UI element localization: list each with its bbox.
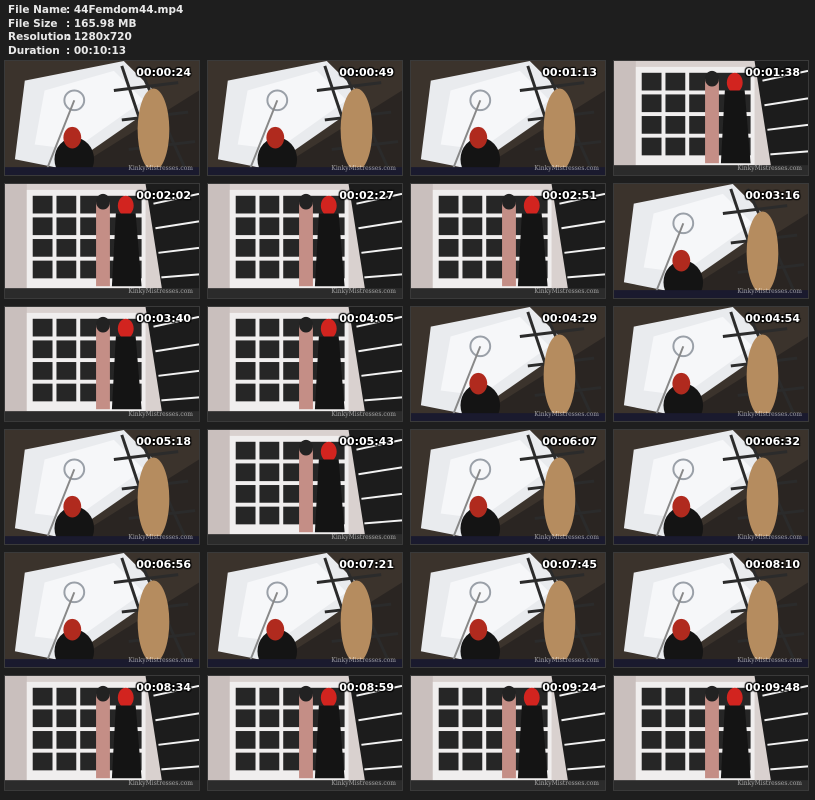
thumbnail-timestamp: 00:09:48 (745, 681, 800, 694)
thumbnail-watermark: KinkyMistresses.com (331, 534, 396, 541)
resolution-label: Resolution (8, 31, 72, 43)
thumbnail-timestamp: 00:08:59 (339, 681, 394, 694)
thumbnail-timestamp: 00:06:32 (745, 435, 800, 448)
thumbnail-timestamp: 00:05:18 (136, 435, 191, 448)
thumbnail-timestamp: 00:05:43 (339, 435, 394, 448)
thumbnail-watermark: KinkyMistresses.com (534, 780, 599, 787)
duration-label: Duration (8, 44, 60, 57)
file-name-label: File Name (8, 4, 68, 16)
thumbnail-timestamp: 00:02:51 (542, 189, 597, 202)
thumbnail-timestamp: 00:01:13 (542, 66, 597, 79)
thumbnail-watermark: KinkyMistresses.com (737, 534, 802, 541)
thumbnail-watermark: KinkyMistresses.com (128, 780, 193, 787)
resolution-value: : 1280x720 (66, 31, 132, 43)
thumbnail-watermark: KinkyMistresses.com (534, 657, 599, 664)
video-thumbnail: 00:01:38 KinkyMistresses.com (613, 60, 809, 176)
video-thumbnail: 00:01:13 KinkyMistresses.com (410, 60, 606, 176)
thumbnail-watermark: KinkyMistresses.com (331, 165, 396, 172)
thumbnail-watermark: KinkyMistresses.com (128, 165, 193, 172)
thumbnail-watermark: KinkyMistresses.com (737, 657, 802, 664)
thumbnail-watermark: KinkyMistresses.com (534, 411, 599, 418)
video-thumbnail: 00:02:02 KinkyMistresses.com (4, 183, 200, 299)
thumbnail-timestamp: 00:07:45 (542, 558, 597, 571)
thumbnail-timestamp: 00:01:38 (745, 66, 800, 79)
thumbnail-timestamp: 00:08:10 (745, 558, 800, 571)
resolution-row: Resolution : 1280x720 (8, 31, 183, 45)
video-thumbnail: 00:08:59 KinkyMistresses.com (207, 675, 403, 791)
file-size-label: File Size (8, 17, 58, 30)
thumbnail-watermark: KinkyMistresses.com (331, 657, 396, 664)
thumbnail-watermark: KinkyMistresses.com (737, 165, 802, 172)
thumbnail-timestamp: 00:09:24 (542, 681, 597, 694)
thumbnail-timestamp: 00:07:21 (339, 558, 394, 571)
thumbnail-timestamp: 00:00:49 (339, 66, 394, 79)
thumbnail-watermark: KinkyMistresses.com (737, 411, 802, 418)
video-thumbnail: 00:00:24 KinkyMistresses.com (4, 60, 200, 176)
thumbnail-timestamp: 00:02:27 (339, 189, 394, 202)
video-thumbnail: 00:06:56 KinkyMistresses.com (4, 552, 200, 668)
thumbnail-watermark: KinkyMistresses.com (331, 780, 396, 787)
thumbnail-watermark: KinkyMistresses.com (737, 288, 802, 295)
thumbnail-watermark: KinkyMistresses.com (737, 780, 802, 787)
thumbnail-timestamp: 00:08:34 (136, 681, 191, 694)
video-thumbnail: 00:05:18 KinkyMistresses.com (4, 429, 200, 545)
video-thumbnail: 00:04:29 KinkyMistresses.com (410, 306, 606, 422)
video-thumbnail: 00:06:32 KinkyMistresses.com (613, 429, 809, 545)
thumbnail-watermark: KinkyMistresses.com (128, 288, 193, 295)
video-thumbnail: 00:02:27 KinkyMistresses.com (207, 183, 403, 299)
video-thumbnail: 00:05:43 KinkyMistresses.com (207, 429, 403, 545)
file-name-row: File Name : 44Femdom44.mp4 (8, 4, 183, 18)
thumbnail-timestamp: 00:04:05 (339, 312, 394, 325)
video-thumbnail: 00:08:10 KinkyMistresses.com (613, 552, 809, 668)
video-thumbnail: 00:09:24 KinkyMistresses.com (410, 675, 606, 791)
thumbnail-watermark: KinkyMistresses.com (128, 657, 193, 664)
thumbnail-timestamp: 00:00:24 (136, 66, 191, 79)
video-thumbnail: 00:04:54 KinkyMistresses.com (613, 306, 809, 422)
duration-value: : 00:10:13 (66, 44, 127, 57)
video-thumbnail: 00:00:49 KinkyMistresses.com (207, 60, 403, 176)
video-thumbnail: 00:03:40 KinkyMistresses.com (4, 306, 200, 422)
thumbnail-timestamp: 00:03:16 (745, 189, 800, 202)
thumbnail-timestamp: 00:02:02 (136, 189, 191, 202)
video-thumbnail: 00:03:16 KinkyMistresses.com (613, 183, 809, 299)
thumbnail-watermark: KinkyMistresses.com (331, 411, 396, 418)
video-thumbnail: 00:07:21 KinkyMistresses.com (207, 552, 403, 668)
thumbnail-watermark: KinkyMistresses.com (534, 288, 599, 295)
video-thumbnail: 00:04:05 KinkyMistresses.com (207, 306, 403, 422)
thumbnail-timestamp: 00:04:54 (745, 312, 800, 325)
file-name-value: : 44Femdom44.mp4 (66, 4, 184, 16)
thumbnail-watermark: KinkyMistresses.com (128, 411, 193, 418)
thumbnail-timestamp: 00:06:07 (542, 435, 597, 448)
duration-row: Duration : 00:10:13 (8, 45, 183, 59)
file-size-value: : 165.98 MB (66, 17, 137, 30)
file-size-row: File Size : 165.98 MB (8, 18, 183, 32)
thumbnail-timestamp: 00:04:29 (542, 312, 597, 325)
video-thumbnail: 00:07:45 KinkyMistresses.com (410, 552, 606, 668)
video-thumbnail: 00:02:51 KinkyMistresses.com (410, 183, 606, 299)
thumbnail-watermark: KinkyMistresses.com (534, 534, 599, 541)
thumbnail-watermark: KinkyMistresses.com (534, 165, 599, 172)
thumbnail-watermark: KinkyMistresses.com (331, 288, 396, 295)
thumbnail-timestamp: 00:03:40 (136, 312, 191, 325)
video-thumbnail: 00:09:48 KinkyMistresses.com (613, 675, 809, 791)
video-thumbnail: 00:08:34 KinkyMistresses.com (4, 675, 200, 791)
video-thumbnail: 00:06:07 KinkyMistresses.com (410, 429, 606, 545)
file-info-panel: File Name : 44Femdom44.mp4 File Size : 1… (8, 4, 183, 58)
thumbnail-grid: 00:00:24 KinkyMistresses.com 00:00:49 Kink… (4, 60, 809, 791)
thumbnail-watermark: KinkyMistresses.com (128, 534, 193, 541)
thumbnail-timestamp: 00:06:56 (136, 558, 191, 571)
